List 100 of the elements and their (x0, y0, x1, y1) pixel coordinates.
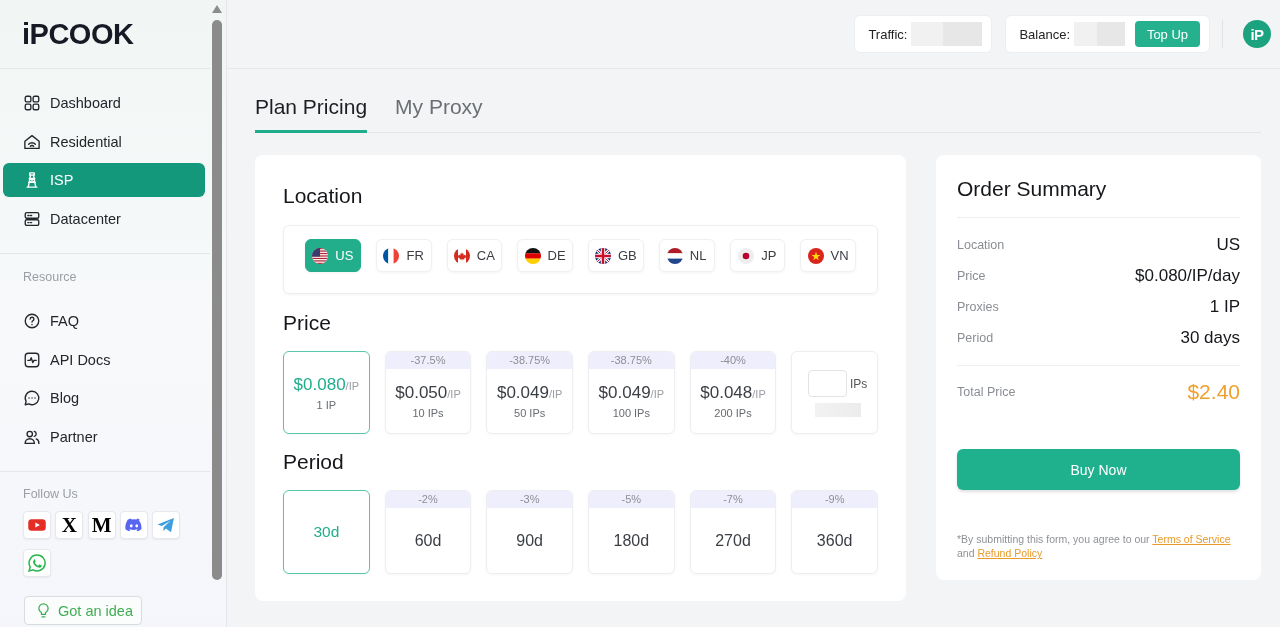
flag-icon (383, 247, 400, 264)
logo[interactable]: iPCOOK (22, 18, 134, 50)
flag-icon (807, 247, 824, 264)
country-option[interactable]: FR (375, 239, 432, 272)
discount-banner: -3% (487, 491, 572, 508)
blurred-value (1074, 22, 1125, 46)
summary-value: $0.080/IP/day (1135, 265, 1240, 286)
total-label: Total Price (957, 385, 1016, 399)
flag-icon (524, 247, 541, 264)
blurred-value (911, 22, 983, 46)
period-text: 90d (516, 531, 543, 551)
summary-value: 1 IP (1209, 296, 1240, 317)
play-button-icon[interactable] (23, 511, 51, 539)
country-option[interactable]: NL (658, 239, 715, 272)
flag-icon (312, 247, 329, 264)
nav-item[interactable]: Partner (3, 419, 205, 454)
section-title: Period (283, 449, 345, 475)
chat-bubble-icon (23, 389, 41, 407)
total-price: $2.40 (1187, 380, 1240, 404)
quantity-text: 1 IP (316, 398, 337, 411)
summary-value: US (1216, 234, 1240, 255)
scrollbar-thumb[interactable] (212, 20, 222, 580)
paper-plane-icon[interactable] (152, 511, 181, 539)
summary-label: Location (957, 237, 1005, 252)
tab[interactable]: My Proxy (395, 94, 483, 133)
nav-item[interactable]: Blog (3, 381, 205, 415)
section-title: Price (283, 310, 332, 336)
section-heading: Follow Us (22, 486, 79, 502)
traffic-label: Traffic: (868, 26, 908, 42)
custom-quantity-card[interactable]: IPs (791, 351, 878, 434)
period-option[interactable]: -7% 270d (689, 490, 777, 574)
tab[interactable]: Plan Pricing (255, 94, 368, 133)
price-text: $0.050/IP (395, 383, 461, 403)
summary-value: 30 days (1180, 327, 1240, 348)
period-option[interactable]: -5% 180d (588, 490, 675, 574)
country-option[interactable]: JP (729, 239, 786, 272)
help-icon (23, 312, 41, 330)
period-text: 270d (715, 531, 751, 551)
quantity-input-field[interactable] (808, 370, 847, 397)
controller-face-icon[interactable] (119, 511, 148, 539)
nav-item[interactable]: ISP (3, 163, 205, 197)
scroll-up-arrow-icon[interactable] (212, 5, 222, 13)
flag-icon (666, 247, 683, 264)
country-option[interactable]: VN (800, 239, 856, 272)
period-text: 180d (613, 531, 650, 551)
price-text: $0.080/IP (293, 374, 360, 395)
summary-label: Price (957, 268, 986, 283)
quantity-text: 200 IPs (714, 407, 752, 419)
lightbulb-icon (35, 602, 52, 619)
phone-bubble-icon[interactable] (23, 549, 51, 577)
nav-item[interactable]: FAQ (3, 304, 205, 338)
unit-label: IPs (850, 376, 868, 391)
quantity-text: 100 IPs (612, 407, 650, 419)
period-option[interactable]: -9% 360d (791, 490, 878, 574)
price-text: $0.049/IP (496, 383, 563, 403)
nav-item[interactable]: API Docs (3, 342, 205, 377)
section-title: Location (283, 183, 364, 209)
country-option[interactable]: DE (517, 239, 573, 272)
period-text: 360d (816, 531, 853, 551)
grid-icon (23, 94, 41, 112)
discount-banner: -37.5% (385, 352, 471, 369)
flag-icon (738, 247, 755, 264)
flag-icon (453, 247, 470, 264)
summary-label: Proxies (957, 299, 999, 314)
discount-banner: -2% (385, 491, 471, 508)
price-option[interactable]: -38.75% $0.049/IP 50 IPs (486, 351, 573, 434)
nav-item[interactable]: Residential (3, 124, 205, 159)
price-option[interactable]: -38.75% $0.049/IP 100 IPs (588, 351, 675, 434)
price-option[interactable]: -40% $0.048/IP 200 IPs (689, 351, 777, 434)
discount-banner: -9% (792, 491, 877, 508)
section-heading: Resource (22, 269, 78, 285)
social-link[interactable]: X (55, 511, 84, 539)
discount-banner: -38.75% (589, 352, 674, 369)
summary-label: Period (957, 330, 994, 345)
summary-title: Order Summary (957, 176, 1108, 202)
quantity-text: 10 IPs (412, 407, 444, 419)
period-option[interactable]: -3% 90d (486, 490, 573, 574)
disclaimer-text: *By submitting this form, you agree to our Terms of Service and Refund Policy (957, 532, 1232, 560)
nav-item[interactable]: Dashboard (3, 86, 205, 120)
discount-banner: -5% (589, 491, 674, 508)
period-option[interactable]: -2% 60d (384, 490, 472, 574)
price-option[interactable]: $0.080/IP 1 IP (283, 351, 370, 434)
flag-icon (594, 247, 611, 264)
discount-banner: -40% (690, 352, 776, 369)
pulse-icon (23, 350, 41, 369)
discount-banner: -38.75% (487, 352, 572, 369)
nav-item[interactable]: Datacenter (3, 201, 205, 236)
social-link[interactable]: M (87, 511, 116, 539)
discount-banner: -7% (690, 491, 776, 508)
price-text: $0.049/IP (598, 383, 665, 403)
price-option[interactable]: -37.5% $0.050/IP 10 IPs (384, 351, 472, 434)
balance-label: Balance: (1019, 26, 1070, 42)
server-icon (23, 209, 41, 228)
quantity-text: 50 IPs (514, 407, 546, 419)
house-icon (23, 132, 41, 151)
price-text: $0.048/IP (700, 383, 766, 403)
country-option[interactable]: GB (588, 239, 644, 272)
country-option[interactable]: CA (446, 239, 503, 272)
period-text: 60d (414, 531, 442, 551)
period-text: 30d (313, 523, 340, 542)
